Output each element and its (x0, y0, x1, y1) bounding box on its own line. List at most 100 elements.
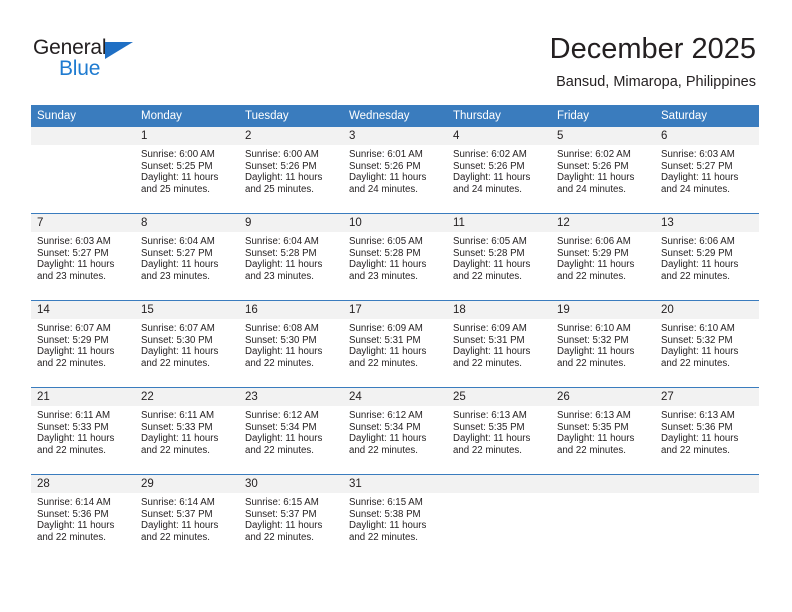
day-daylight-1-text: Daylight: 11 hours (141, 259, 219, 271)
day-sunset-text: Sunset: 5:27 PM (141, 247, 213, 259)
calendar-cell-empty (447, 474, 551, 561)
calendar-day-cell[interactable]: 7 Sunrise: 6:03 AM Sunset: 5:27 PM Daylight… (31, 213, 135, 301)
day-daylight-1-text: Daylight: 11 hours (37, 259, 115, 271)
day-sunrise-text: Sunrise: 6:06 AM (557, 236, 631, 247)
day-daylight-2-text: and 22 minutes. (37, 444, 106, 456)
day-daylight-1-text: Daylight: 11 hours (349, 346, 427, 358)
calendar-day-cell[interactable]: 25 Sunrise: 6:13 AM Sunset: 5:35 PM Dayligh… (447, 387, 551, 475)
day-number: 7 (31, 214, 135, 232)
day-number: 18 (447, 301, 551, 319)
day-number: 8 (135, 214, 239, 232)
calendar-day-cell[interactable]: 10 Sunrise: 6:05 AM Sunset: 5:28 PM Dayligh… (343, 213, 447, 301)
calendar-day-cell[interactable]: 14 Sunrise: 6:07 AM Sunset: 5:29 PM Dayligh… (31, 300, 135, 388)
day-daylight-1-text: Daylight: 11 hours (349, 520, 427, 532)
day-sunrise-text: Sunrise: 6:11 AM (37, 410, 111, 421)
day-number: 30 (239, 475, 343, 493)
day-daylight-1-text: Daylight: 11 hours (453, 259, 531, 271)
day-number: 11 (447, 214, 551, 232)
day-sunset-text: Sunset: 5:29 PM (661, 247, 733, 259)
day-details: Sunrise: 6:15 AM Sunset: 5:37 PM Daylight:… (239, 493, 343, 561)
day-daylight-1-text: Daylight: 11 hours (245, 259, 323, 271)
calendar-day-cell[interactable]: 4 Sunrise: 6:02 AM Sunset: 5:26 PM Daylight… (447, 127, 551, 214)
day-daylight-1-text: Daylight: 11 hours (349, 433, 427, 445)
calendar-day-cell[interactable]: 27 Sunrise: 6:13 AM Sunset: 5:36 PM Dayligh… (655, 387, 759, 475)
day-daylight-2-text: and 24 minutes. (453, 183, 522, 195)
weekday-header-wednesday: Wednesday (343, 105, 447, 127)
day-details: Sunrise: 6:14 AM Sunset: 5:36 PM Daylight:… (31, 493, 135, 561)
day-sunset-text: Sunset: 5:26 PM (349, 160, 421, 172)
day-daylight-2-text: and 22 minutes. (661, 270, 730, 282)
day-sunrise-text: Sunrise: 6:14 AM (141, 497, 215, 508)
calendar-day-cell[interactable]: 3 Sunrise: 6:01 AM Sunset: 5:26 PM Daylight… (343, 127, 447, 214)
day-sunset-text: Sunset: 5:35 PM (557, 421, 629, 433)
day-daylight-1-text: Daylight: 11 hours (453, 172, 531, 184)
day-number: 5 (551, 127, 655, 145)
day-daylight-1-text: Daylight: 11 hours (245, 346, 323, 358)
day-sunrise-text: Sunrise: 6:09 AM (349, 323, 423, 334)
day-daylight-2-text: and 22 minutes. (141, 444, 210, 456)
calendar-day-cell[interactable]: 1 Sunrise: 6:00 AM Sunset: 5:25 PM Daylight… (135, 127, 239, 214)
brand-logo[interactable]: General Blue (33, 36, 183, 86)
calendar-day-cell[interactable]: 19 Sunrise: 6:10 AM Sunset: 5:32 PM Dayligh… (551, 300, 655, 388)
calendar-day-cell[interactable]: 26 Sunrise: 6:13 AM Sunset: 5:35 PM Dayligh… (551, 387, 655, 475)
day-sunset-text: Sunset: 5:28 PM (245, 247, 317, 259)
calendar-day-cell[interactable]: 6 Sunrise: 6:03 AM Sunset: 5:27 PM Daylight… (655, 127, 759, 214)
day-daylight-2-text: and 22 minutes. (661, 357, 730, 369)
day-number (447, 475, 551, 493)
calendar-day-cell[interactable]: 16 Sunrise: 6:08 AM Sunset: 5:30 PM Dayligh… (239, 300, 343, 388)
day-number: 28 (31, 475, 135, 493)
calendar-day-cell[interactable]: 17 Sunrise: 6:09 AM Sunset: 5:31 PM Dayligh… (343, 300, 447, 388)
day-daylight-2-text: and 22 minutes. (453, 270, 522, 282)
day-daylight-2-text: and 22 minutes. (245, 357, 314, 369)
calendar-day-cell[interactable]: 28 Sunrise: 6:14 AM Sunset: 5:36 PM Dayligh… (31, 474, 135, 561)
day-details: Sunrise: 6:06 AM Sunset: 5:29 PM Daylight:… (551, 232, 655, 300)
day-daylight-2-text: and 22 minutes. (349, 531, 418, 543)
calendar-day-cell[interactable]: 20 Sunrise: 6:10 AM Sunset: 5:32 PM Dayligh… (655, 300, 759, 388)
day-sunrise-text: Sunrise: 6:03 AM (661, 149, 735, 160)
calendar-day-cell[interactable]: 22 Sunrise: 6:11 AM Sunset: 5:33 PM Dayligh… (135, 387, 239, 475)
day-daylight-1-text: Daylight: 11 hours (661, 346, 739, 358)
calendar-day-cell[interactable]: 11 Sunrise: 6:05 AM Sunset: 5:28 PM Dayligh… (447, 213, 551, 301)
day-sunset-text: Sunset: 5:29 PM (37, 334, 109, 346)
calendar-day-cell[interactable]: 9 Sunrise: 6:04 AM Sunset: 5:28 PM Daylight… (239, 213, 343, 301)
calendar-day-cell[interactable]: 24 Sunrise: 6:12 AM Sunset: 5:34 PM Dayligh… (343, 387, 447, 475)
calendar-day-cell[interactable]: 15 Sunrise: 6:07 AM Sunset: 5:30 PM Dayligh… (135, 300, 239, 388)
weekday-header-friday: Friday (551, 105, 655, 127)
day-daylight-1-text: Daylight: 11 hours (557, 346, 635, 358)
calendar-day-cell[interactable]: 29 Sunrise: 6:14 AM Sunset: 5:37 PM Dayligh… (135, 474, 239, 561)
day-number: 21 (31, 388, 135, 406)
day-sunset-text: Sunset: 5:31 PM (349, 334, 421, 346)
day-sunset-text: Sunset: 5:27 PM (37, 247, 109, 259)
calendar-cell-empty (655, 474, 759, 561)
calendar-day-cell[interactable]: 21 Sunrise: 6:11 AM Sunset: 5:33 PM Dayligh… (31, 387, 135, 475)
day-details: Sunrise: 6:00 AM Sunset: 5:25 PM Daylight:… (135, 145, 239, 213)
brand-name-secondary: Blue (59, 57, 101, 80)
calendar-day-cell[interactable]: 5 Sunrise: 6:02 AM Sunset: 5:26 PM Daylight… (551, 127, 655, 214)
calendar-day-cell[interactable]: 18 Sunrise: 6:09 AM Sunset: 5:31 PM Dayligh… (447, 300, 551, 388)
calendar-day-cell[interactable]: 13 Sunrise: 6:06 AM Sunset: 5:29 PM Dayligh… (655, 213, 759, 301)
day-number: 3 (343, 127, 447, 145)
calendar-day-cell[interactable]: 2 Sunrise: 6:00 AM Sunset: 5:26 PM Daylight… (239, 127, 343, 214)
day-details (31, 145, 135, 213)
calendar-day-cell[interactable]: 30 Sunrise: 6:15 AM Sunset: 5:37 PM Dayligh… (239, 474, 343, 561)
day-number: 2 (239, 127, 343, 145)
day-daylight-1-text: Daylight: 11 hours (453, 346, 531, 358)
day-daylight-2-text: and 22 minutes. (349, 357, 418, 369)
weekday-header-thursday: Thursday (447, 105, 551, 127)
calendar-day-cell[interactable]: 31 Sunrise: 6:15 AM Sunset: 5:38 PM Dayligh… (343, 474, 447, 561)
day-daylight-1-text: Daylight: 11 hours (661, 172, 739, 184)
day-daylight-1-text: Daylight: 11 hours (37, 520, 115, 532)
calendar-day-cell[interactable]: 23 Sunrise: 6:12 AM Sunset: 5:34 PM Dayligh… (239, 387, 343, 475)
day-sunrise-text: Sunrise: 6:06 AM (661, 236, 735, 247)
day-daylight-2-text: and 22 minutes. (141, 531, 210, 543)
calendar-day-cell[interactable]: 12 Sunrise: 6:06 AM Sunset: 5:29 PM Dayligh… (551, 213, 655, 301)
day-sunrise-text: Sunrise: 6:12 AM (245, 410, 319, 421)
day-details: Sunrise: 6:12 AM Sunset: 5:34 PM Daylight:… (343, 406, 447, 474)
day-daylight-2-text: and 25 minutes. (245, 183, 314, 195)
triangle-icon (105, 42, 133, 59)
day-number: 14 (31, 301, 135, 319)
day-number: 10 (343, 214, 447, 232)
day-details: Sunrise: 6:02 AM Sunset: 5:26 PM Daylight:… (551, 145, 655, 213)
calendar-day-cell[interactable]: 8 Sunrise: 6:04 AM Sunset: 5:27 PM Daylight… (135, 213, 239, 301)
day-sunset-text: Sunset: 5:25 PM (141, 160, 213, 172)
